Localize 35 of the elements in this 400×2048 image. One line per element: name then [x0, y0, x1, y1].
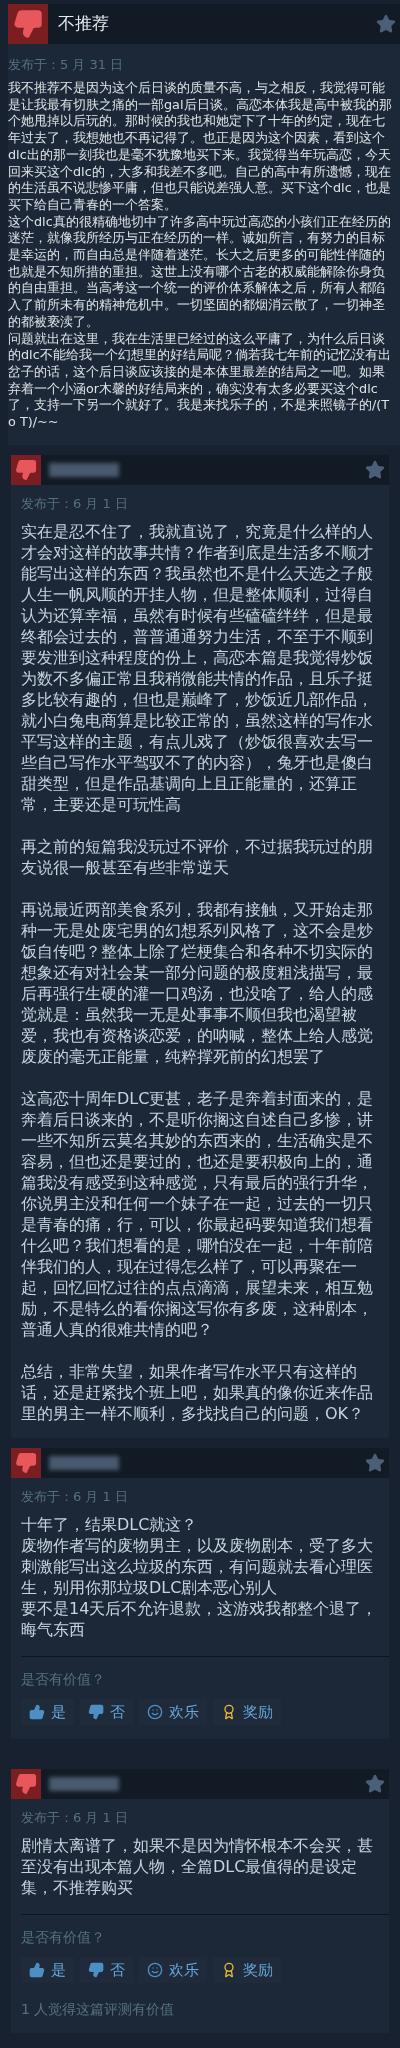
review-paragraph: 再之前的短篇我没玩过不评价，不过据我玩过的朋友说很一般甚至有些非常逆天: [21, 835, 374, 878]
star-icon[interactable]: [365, 459, 385, 480]
recommendation-title: 不推荐: [58, 12, 109, 36]
review-paragraph: 这个dlc真的很精确地切中了许多高中玩过高恋的小孩们正在经历的迷茫，就像我所经历与正在经历的一样。诚如所言，有努力的目标是幸运的，而自由总是伴随着迷茫。长大之后更多的可能性伴随的也就是不知所措的重担。这世上没有哪个古老的权威能解除你身负的自由重担。当高考这一个统一的评价体系解体之后，所有人都陷入了前所未有的精神危机中。一切坚固的都烟消云散了，一切神圣的都被亵渎了。: [8, 213, 392, 331]
award-icon: [221, 1961, 237, 1978]
review-paragraph: 废物作者写的废物男主，以及废物剧本，受了多大刺激能写出这么垃圾的东西，有问题就去看心理医生，别用你那垃圾DLC剧本恶心别人: [21, 1534, 374, 1598]
award-icon: [221, 1703, 237, 1720]
star-icon[interactable]: [365, 1773, 385, 1794]
review-paragraph: 这高恋十周年DLC更甚，老子是奔着封面来的，是奔着后日谈来的，不是听你搁这自述自己多惨，讲一些不知所云莫名其妙的东西来的，生活确实是不容易，但也还是要过的，也还是要积极向上的，通篇我没有感受到这种感觉，只有最后的强行升华，你说男主没和任何一个妹子在一起，过去的一切只是青春的痛，行，可以，你最起码要知道我们想看什么吧？我们想看的是，哪怕没在一起，十年前陪伴我们的人，现在过得怎么样了，可以再聚在一起，回忆回忆过往的点点滴滴，展望未来，相互勉励，不是特么的看你搁这写你有多废，这种剧本，普通人真的很难共情的吧？: [21, 1087, 375, 1340]
posted-date: 发布于：6 月 1 日: [21, 1487, 129, 1506]
thumbs-up-icon: [29, 1703, 45, 1720]
thumbs-up-icon: [29, 1961, 45, 1978]
review-paragraph: 我不推荐不是因为这个后日谈的质量不高，与之相反，我觉得可能是让我最有切肤之痛的一部gal后日谈。高恋本体我是高中被我的那个她甩掉以后玩的。那时候的我也和她定下了十年的约定，现在七年过去了，我想她也不再记得了。也正是因为这个因素，看到这个dlc出的那一刻我也是毫不犹豫地买下来。我觉得当年玩高恋，今天回来买这个dlc的，大多和我差不多吧。自己的高中有所遗憾，现在的生活虽不说悲惨平庸，但也只能说差强人意。买下这个dlc，也是买下给自己青春的一个答案。: [8, 80, 393, 214]
helpful-prompt: 是否有价值？: [21, 1669, 106, 1689]
review-paragraph: 总结，非常失望，如果作者写作水平只有这样的话，还是赶紧找个班上吧，如果真的像你近来作品里的男主一样不顺利，多找找自己的问题，OK？: [21, 1360, 374, 1424]
review-paragraph: 要不是14天后不允许退款，这游戏我都整个退了，晦气东西: [21, 1597, 379, 1640]
review-paragraph: 再说最近两部美食系列，我都有接触，又开始走那种一无是处废宅男的幻想系列风格了，这不会是炒饭自传吧？整体上除了烂梗集合和各种不切实际的想象还有对社会某一部分问题的极度粗浅描写，最后再强行生硬的灌一口鸡汤，也没啥了，给人的感觉就是：虽然我一无是处事事不顺但我也渴望被爱，我也有资格谈恋爱，的呐喊，整体上给人感觉废废的毫无正能量，纯粹撑死前的幻想罢了: [21, 898, 374, 1067]
blurred-username: [49, 462, 119, 477]
review-paragraph: 剧情太离谱了，如果不是因为情怀根本不会买，甚至没有出现本篇人物，全篇DLC最值得的是设定集，不推荐购买: [21, 1834, 374, 1898]
thumbs-down-icon: [88, 1703, 104, 1720]
posted-date: 发布于：5 月 31 日: [8, 56, 125, 74]
star-icon[interactable]: [376, 14, 396, 34]
helpful-count: 1 人觉得这篇评测有价值: [21, 1999, 176, 2019]
blurred-username: [49, 1776, 119, 1791]
review-paragraph: 十年了，结果DLC就这？: [21, 1513, 199, 1535]
smiley-icon: [147, 1961, 163, 1978]
posted-date: 发布于：6 月 1 日: [21, 1808, 129, 1827]
posted-date: 发布于：6 月 1 日: [21, 494, 129, 513]
review-paragraph: 问题就出在这里，我在生活里已经过的这么平庸了，为什么后日谈的dlc不能给我一个幻想里的好结局呢？倘若我七年前的记忆没有出岔子的话，这个后日谈应该接的是本体里最差的结局之一吧。如果弃着一个小涵or木馨的好结局来的，确实没有太多必要买这个dlc了，支持一下另一个就好了。我是来找乐子的，不是来照镜子的/(T o T)/~~: [8, 330, 392, 431]
blurred-username: [49, 1455, 119, 1470]
review-paragraph: 实在是忍不住了，我就直说了，究竟是什么样的人才会对这样的故事共情？作者到底是生活多不顺才能写出这样的东西？我虽然也不是什么天选之子般人生一帆风顺的开挂人物，但是整体顺利，过得自认为还算幸福，虽然有时候有些磕磕绊绊，但是最终都会过去的，普普通通努力生活，不至于不顺到要发泄到这种程度的份上，高恋本篇是我觉得炒饭为数不多偏正常且我稍微能共情的作品，且乐子挺多比较有趣的，但也是巅峰了，炒饭近几部作品，就小白兔电商算是比较正常的，虽然这样的写作水平写这样的主题，有点儿戏了（炒饭很喜欢去写一些自己写作水平驾驭不了的内容），兔牙也是傻白甜类型，但是作品基调向上且正能量的，还算正常，主要还是可玩性高: [21, 520, 374, 815]
thumbs-down-icon: [88, 1961, 104, 1978]
helpful-prompt: 是否有价值？: [21, 1927, 106, 1947]
star-icon[interactable]: [365, 1452, 385, 1473]
smiley-icon: [147, 1703, 163, 1720]
